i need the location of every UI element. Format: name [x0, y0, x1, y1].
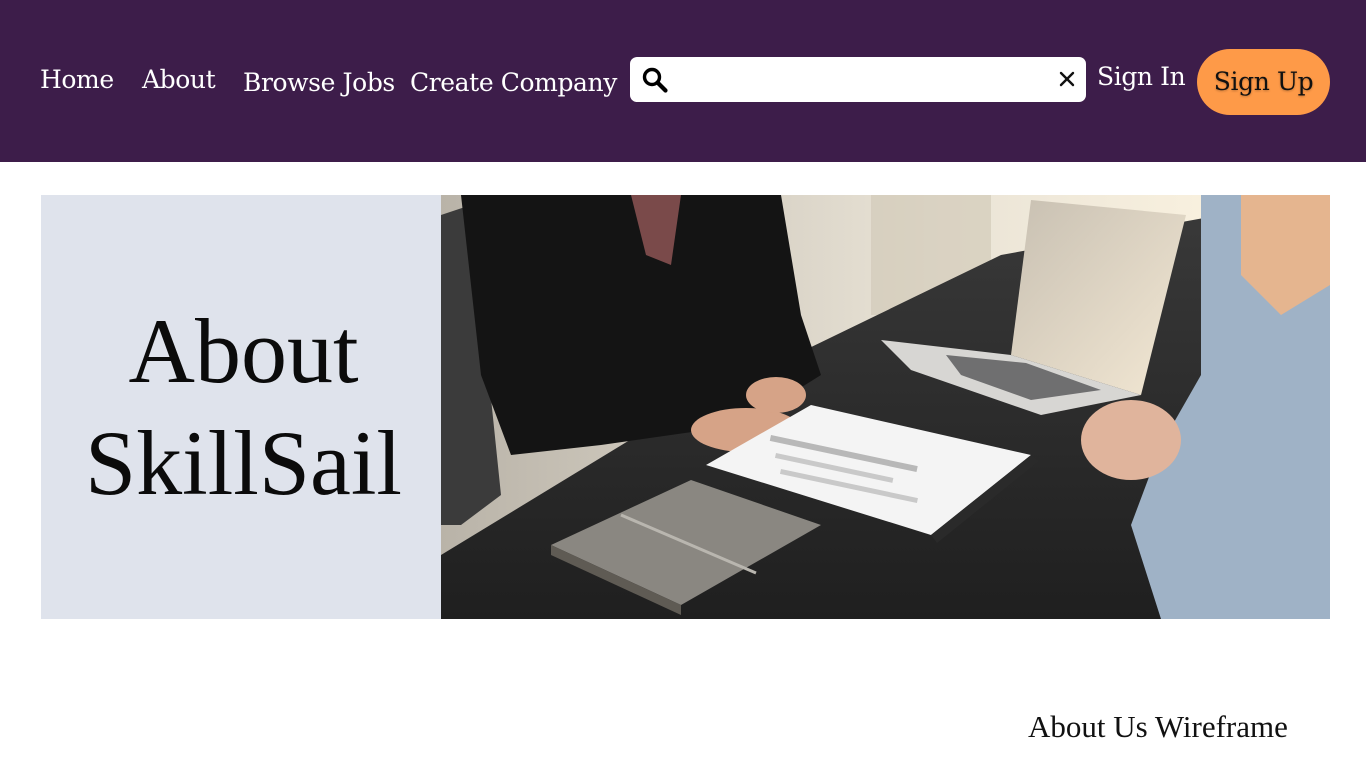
hero-title-panel: About SkillSail: [41, 195, 441, 619]
hero-title-line-1: About: [128, 300, 359, 402]
hero-banner: About SkillSail: [41, 195, 1330, 619]
section-label: About Us Wireframe: [1028, 709, 1288, 744]
job-interview-photo: [441, 195, 1330, 619]
sign-in-link[interactable]: Sign In: [1097, 62, 1186, 92]
sign-up-button[interactable]: Sign Up: [1197, 49, 1330, 115]
hero-title-line-2: SkillSail: [85, 412, 402, 514]
nav-link-create-company[interactable]: Create Company: [410, 68, 617, 98]
hero-title: About SkillSail: [41, 295, 446, 519]
search-icon[interactable]: [641, 66, 669, 94]
nav-link-about[interactable]: About: [142, 65, 216, 95]
search-input[interactable]: [678, 63, 1038, 96]
top-navbar: Home About Browse Jobs Create Company Si…: [0, 0, 1366, 162]
nav-link-browse-jobs[interactable]: Browse Jobs: [243, 68, 395, 98]
nav-link-home[interactable]: Home: [40, 65, 114, 95]
job-interview-illustration: [441, 195, 1330, 619]
close-icon[interactable]: [1056, 68, 1078, 90]
search-bar: [630, 57, 1086, 102]
